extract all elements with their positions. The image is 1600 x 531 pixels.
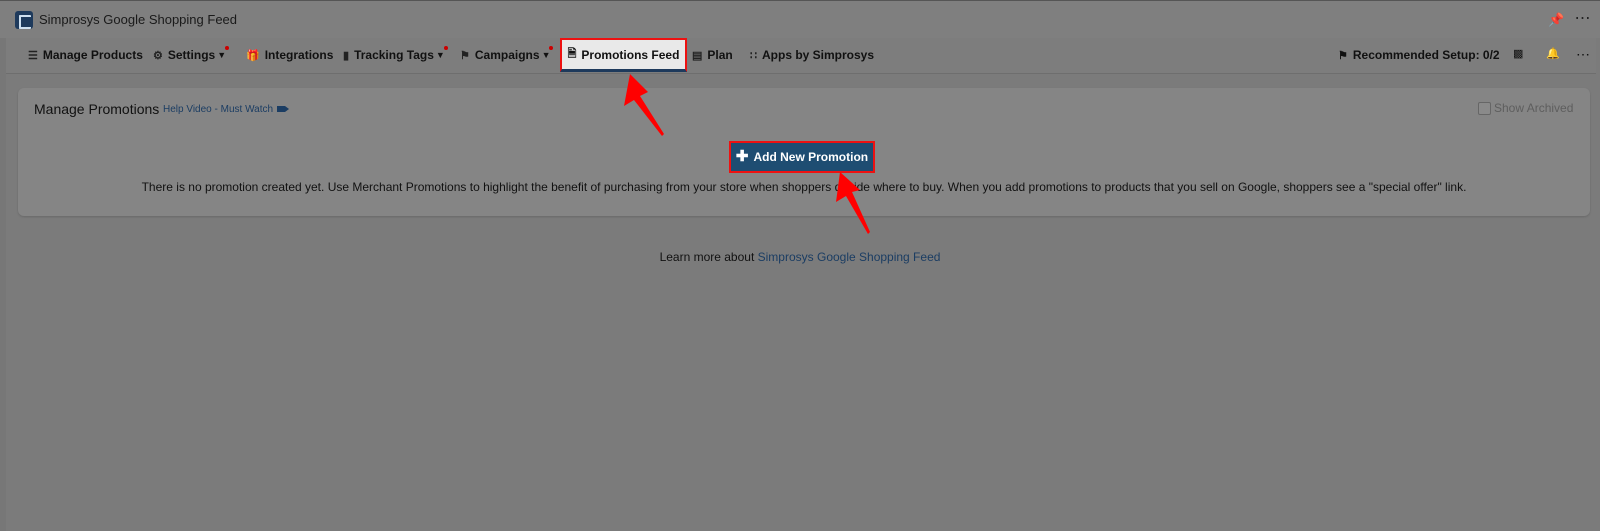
learn-more-prefix: Learn more about — [659, 250, 755, 264]
app-titlebar: Simprosys Google Shopping Feed 📌 ⋯ — [0, 0, 1600, 38]
more-options-icon[interactable]: ⋯ — [1572, 10, 1592, 28]
show-archived-checkbox[interactable] — [1478, 101, 1491, 115]
help-video-link[interactable]: Help Video - Must Watch — [163, 104, 290, 115]
nav-item-label: Integrations — [264, 48, 334, 62]
recommended-setup-label: Recommended Setup: 0/2 — [1352, 48, 1500, 62]
add-button-label: Add New Promotion — [753, 150, 869, 164]
chevron-down-icon: ▼ — [541, 50, 551, 60]
nav-item-label: Tracking Tags — [354, 48, 434, 62]
nav-item-label: Settings — [167, 48, 216, 62]
nav-plan[interactable]: ▤ Plan — [692, 38, 733, 72]
plus-icon: ✚ — [735, 148, 749, 165]
nav-item-label: Apps by Simprosys — [762, 48, 875, 62]
show-archived-toggle[interactable]: Show Archived — [1478, 101, 1573, 115]
more-options-icon[interactable]: ⋯ — [1576, 47, 1590, 61]
window-edge — [0, 0, 6, 531]
grid-icon: ∷ — [750, 49, 757, 62]
nav-tracking-tags[interactable]: ▮ Tracking Tags ▼ — [343, 38, 449, 72]
learn-more-text: Learn more about Simprosys Google Shoppi… — [0, 250, 1600, 264]
document-icon: 🗎 — [567, 48, 577, 60]
pin-icon[interactable]: 📌 — [1548, 12, 1564, 28]
nav-apps-by-simprosys[interactable]: ∷ Apps by Simprosys — [750, 38, 874, 72]
nav-item-label: Plan — [707, 48, 733, 62]
card-icon: ▤ — [692, 49, 703, 62]
show-archived-label: Show Archived — [1494, 101, 1574, 115]
chevron-down-icon: ▼ — [435, 50, 445, 60]
main-navbar: ☰ Manage Products ⚙ Settings ▼ 🎁 Integra… — [6, 38, 1596, 74]
notification-badge — [443, 46, 448, 50]
flag-icon: ⚑ — [1338, 49, 1348, 62]
page-title: Manage Promotions — [34, 101, 160, 117]
notification-badge — [225, 46, 230, 50]
gear-icon: ⚙ — [153, 49, 163, 62]
learn-more-link[interactable]: Simprosys Google Shopping Feed — [758, 250, 941, 264]
nav-campaigns[interactable]: ⚑ Campaigns ▼ — [460, 38, 554, 72]
help-video-label: Help Video - Must Watch — [163, 104, 274, 115]
tag-icon: ⚑ — [460, 49, 470, 62]
nav-settings[interactable]: ⚙ Settings ▼ — [153, 38, 230, 72]
manage-promotions-card: Manage Promotions Help Video - Must Watc… — [18, 88, 1590, 216]
chevron-down-icon: ▼ — [217, 50, 227, 60]
annotation-arrow-tab — [624, 74, 664, 136]
add-new-promotion-button[interactable]: ✚ Add New Promotion — [729, 141, 875, 173]
recommended-setup[interactable]: ⚑ Recommended Setup: 0/2 — [1338, 38, 1500, 72]
list-icon: ☰ — [28, 49, 38, 62]
contact-card-icon[interactable]: ▩ — [1513, 48, 1527, 60]
app-title: Simprosys Google Shopping Feed — [39, 12, 238, 27]
nav-integrations[interactable]: 🎁 Integrations — [246, 38, 333, 72]
notification-badge — [549, 46, 554, 50]
gift-icon: 🎁 — [246, 49, 260, 62]
nav-promotions-feed[interactable]: 🗎 Promotions Feed — [560, 38, 687, 72]
annotation-arrow-button — [836, 172, 870, 234]
bell-icon[interactable]: 🔔 — [1546, 48, 1560, 60]
video-camera-icon — [277, 106, 290, 112]
bar-chart-icon: ▮ — [343, 49, 350, 62]
nav-item-label: Promotions Feed — [581, 47, 680, 62]
nav-manage-products[interactable]: ☰ Manage Products — [28, 38, 143, 72]
app-logo-icon — [15, 11, 33, 29]
nav-item-label: Campaigns — [474, 48, 540, 62]
nav-item-label: Manage Products — [42, 48, 143, 62]
empty-state-message: There is no promotion created yet. Use M… — [141, 180, 1467, 194]
